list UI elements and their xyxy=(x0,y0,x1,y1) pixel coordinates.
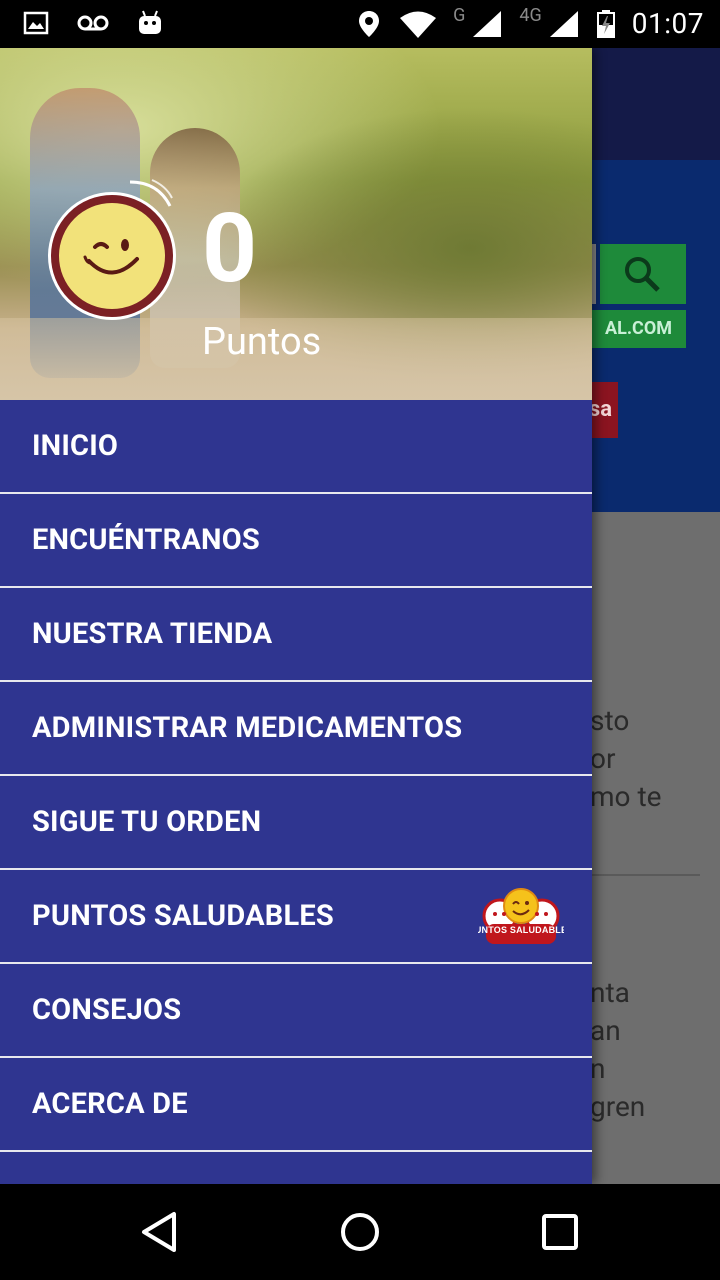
menu-item-label: PUNTOS SALUDABLES xyxy=(32,899,334,933)
drawer-header: 0 Puntos xyxy=(0,48,592,400)
avatar[interactable] xyxy=(48,192,176,320)
menu-item-label: INICIO xyxy=(32,429,119,463)
recents-icon[interactable] xyxy=(536,1208,584,1256)
text-line: gren xyxy=(590,1090,646,1123)
clock: 01:07 xyxy=(631,7,704,40)
wifi-icon xyxy=(400,11,437,38)
text-line: mo te xyxy=(590,780,662,813)
svg-text:PUNTOS SALUDABLES: PUNTOS SALUDABLES xyxy=(478,925,564,935)
menu-item-label: CONSEJOS xyxy=(32,993,182,1027)
wink-face-icon xyxy=(59,203,165,309)
signal-4g-icon xyxy=(549,11,578,37)
points-value: 0 xyxy=(202,193,258,305)
location-icon xyxy=(359,11,380,37)
menu-item-encuentranos[interactable]: ENCUÉNTRANOS xyxy=(0,494,592,588)
signal-icon xyxy=(473,11,502,37)
menu-item-consejos[interactable]: CONSEJOS xyxy=(0,964,592,1058)
back-icon[interactable] xyxy=(136,1208,184,1256)
status-bar: G 4G 01:07 xyxy=(0,0,720,48)
menu-item-label: SIGUE TU ORDEN xyxy=(32,805,262,839)
voicemail-icon xyxy=(77,15,109,31)
text-line: n xyxy=(590,1052,606,1085)
text-line: an xyxy=(590,1014,621,1047)
menu-item-administrar-medicamentos[interactable]: ADMINISTRAR MEDICAMENTOS xyxy=(0,682,592,776)
network-4g-label: 4G xyxy=(519,5,542,26)
menu-item-puntos-saludables[interactable]: PUNTOS SALUDABLES PUNTOS SALUDABLES xyxy=(0,870,592,964)
menu-item-sigue-tu-orden[interactable]: SIGUE TU ORDEN xyxy=(0,776,592,870)
text-line: or xyxy=(590,742,616,775)
menu-item-label: ACERCA DE xyxy=(32,1087,188,1121)
android-icon xyxy=(139,10,161,34)
puntos-saludables-logo-icon: PUNTOS SALUDABLES xyxy=(478,888,564,944)
text-line: sto xyxy=(590,704,630,737)
image-icon xyxy=(23,11,49,35)
menu-item-acerca-de[interactable]: ACERCA DE xyxy=(0,1058,592,1152)
menu-item-label: ADMINISTRAR MEDICAMENTOS xyxy=(32,711,463,745)
menu-item-nuestra-tienda[interactable]: NUESTRA TIENDA xyxy=(0,588,592,682)
points-label: Puntos xyxy=(202,320,322,364)
drawer-menu: INICIO ENCUÉNTRANOS NUESTRA TIENDA ADMIN… xyxy=(0,400,592,1184)
menu-item-label: NUESTRA TIENDA xyxy=(32,617,273,651)
system-navigation-bar xyxy=(0,1184,720,1280)
search-button xyxy=(600,244,686,304)
text-line: nta xyxy=(590,976,630,1009)
menu-item-partial[interactable] xyxy=(0,1152,592,1184)
menu-item-inicio[interactable]: INICIO xyxy=(0,400,592,494)
network-type-label: G xyxy=(453,5,466,26)
menu-item-label: ENCUÉNTRANOS xyxy=(32,523,260,557)
battery-charging-icon xyxy=(596,10,615,38)
navigation-drawer: 0 Puntos INICIO ENCUÉNTRANOS NUESTRA TIE… xyxy=(0,48,592,1184)
search-icon xyxy=(625,257,660,292)
home-icon[interactable] xyxy=(336,1208,384,1256)
